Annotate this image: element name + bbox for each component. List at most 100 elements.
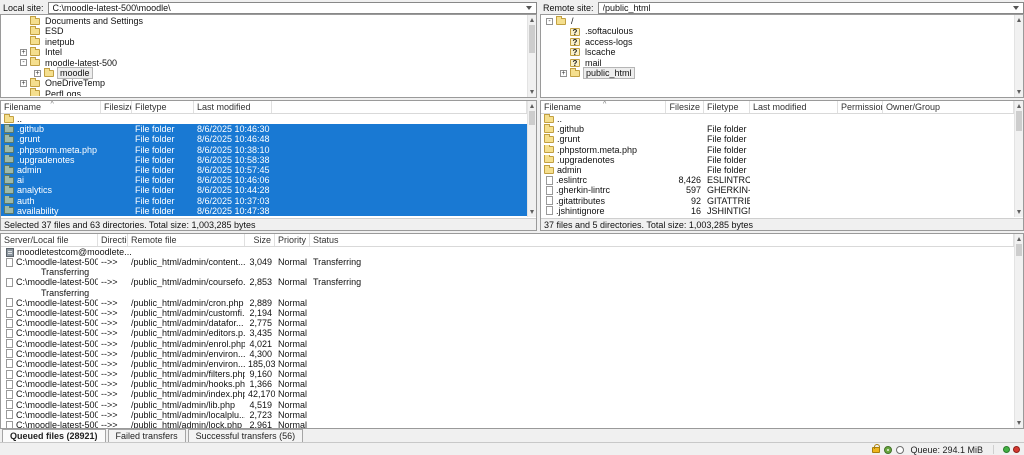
scrollbar-thumb[interactable] — [1016, 244, 1022, 256]
file-row[interactable]: .github File folder 8/6/2025 10:46:30 — [1, 124, 527, 135]
file-row[interactable]: .. — [1, 114, 527, 124]
file-row[interactable]: .upgradenotes File folder 8/6/2025 10:58:3… — [1, 154, 527, 165]
queue-row[interactable]: C:\moodle-latest-500\mo...-->> /public_ht… — [1, 349, 1014, 359]
clock-icon[interactable] — [896, 445, 905, 454]
expand-icon[interactable]: + — [20, 48, 27, 56]
column-header[interactable]: Owner/Group — [883, 101, 1014, 113]
tab-successful-transfers[interactable]: Successful transfers (56) — [187, 429, 304, 442]
file-row[interactable]: .gherkin-lintrc 597 GHERKIN-... — [541, 185, 1014, 195]
expand-icon[interactable]: + — [560, 69, 567, 77]
lock-icon[interactable] — [872, 443, 881, 453]
tree-item[interactable]: ESD — [2, 26, 526, 36]
queue-row[interactable]: C:\moodle-latest-500\mo...-->> /public_ht… — [1, 308, 1014, 318]
scroll-up-icon[interactable] — [530, 104, 534, 108]
collapse-icon[interactable]: - — [20, 59, 27, 67]
queue-row[interactable]: C:\moodle-latest-500\mo...-->> /public_ht… — [1, 359, 1014, 369]
file-row[interactable]: .phpstorm.meta.php File folder — [541, 144, 1014, 155]
tree-item[interactable]: + OneDriveTemp — [2, 78, 526, 88]
local-list-header[interactable]: Filename ^ Filesize Filetype Last modified — [1, 101, 527, 114]
scrollbar-thumb[interactable] — [529, 25, 535, 53]
tree-item[interactable]: ? .softaculous — [542, 26, 1013, 36]
column-header[interactable]: Priority — [275, 234, 310, 246]
queue-row[interactable]: C:\moodle-latest-500\mo...-->> /public_ht… — [1, 400, 1014, 410]
queue-row[interactable]: C:\moodle-latest-500\mo...-->> /public_ht… — [1, 318, 1014, 328]
column-header[interactable]: Status — [310, 234, 1014, 246]
remote-list-header[interactable]: Filename ^ Filesize Filetype Last modified Pe… — [541, 101, 1014, 114]
scroll-down-icon[interactable] — [1017, 90, 1021, 94]
column-header[interactable]: Permissions — [838, 101, 883, 113]
file-row[interactable]: .eslintrc 8,426 ESLINTRC ... — [541, 175, 1014, 185]
column-header[interactable]: Server/Local file — [1, 234, 98, 246]
file-row[interactable]: .github File folder — [541, 124, 1014, 134]
tree-item[interactable]: + public_html — [542, 66, 1013, 80]
gear-icon[interactable] — [884, 445, 893, 454]
scroll-up-icon[interactable] — [1017, 104, 1021, 108]
column-header[interactable]: Filetype — [132, 101, 194, 113]
queue-server-row[interactable]: moodletestcom@moodlete... — [1, 247, 1014, 257]
scroll-up-icon[interactable] — [1017, 18, 1021, 22]
queue-row[interactable]: C:\moodle-latest-500\mo...-->> /public_ht… — [1, 277, 1014, 287]
tree-item[interactable]: + moodle — [2, 66, 526, 80]
column-header[interactable]: Filesize — [101, 101, 132, 113]
column-header[interactable]: Remote file — [128, 234, 245, 246]
column-header[interactable]: Last modified — [194, 101, 272, 113]
queue-row[interactable]: C:\moodle-latest-500\mo...-->> /public_ht… — [1, 420, 1014, 428]
column-header[interactable]: Filename ^ — [1, 101, 101, 113]
file-row[interactable]: auth File folder 8/6/2025 10:37:03 — [1, 195, 527, 206]
scrollbar-thumb[interactable] — [1016, 111, 1022, 131]
file-row[interactable]: .. — [541, 114, 1014, 124]
chevron-down-icon[interactable] — [526, 5, 532, 10]
column-header[interactable]: Direction — [98, 234, 128, 246]
queue-row[interactable]: C:\moodle-latest-500\mo...-->> /public_ht… — [1, 369, 1014, 379]
scroll-down-icon[interactable] — [530, 210, 534, 214]
queue-row[interactable]: C:\moodle-latest-500\mo...-->> /public_ht… — [1, 328, 1014, 338]
column-header[interactable] — [272, 101, 527, 113]
tab-queued-files[interactable]: Queued files (28921) — [2, 429, 106, 442]
file-row[interactable]: .grunt File folder — [541, 134, 1014, 144]
collapse-icon[interactable]: - — [546, 17, 553, 25]
remote-site-combobox[interactable]: /public_html — [597, 1, 1024, 14]
scrollbar-thumb[interactable] — [529, 111, 535, 125]
tree-item[interactable]: ? access-logs — [542, 37, 1013, 47]
local-tree-scrollbar[interactable] — [527, 15, 536, 97]
queue-row[interactable]: C:\moodle-latest-500\mo...-->> /public_ht… — [1, 339, 1014, 349]
column-header[interactable]: Filetype — [704, 101, 750, 113]
column-header[interactable]: Size — [245, 234, 275, 246]
tree-item[interactable]: ? lscache — [542, 47, 1013, 57]
file-row[interactable]: .grunt File folder 8/6/2025 10:46:48 — [1, 134, 527, 145]
remote-tree-scrollbar[interactable] — [1014, 15, 1023, 97]
column-header[interactable]: Last modified — [750, 101, 838, 113]
scroll-up-icon[interactable] — [530, 18, 534, 22]
queue-header[interactable]: Server/Local fileDirectionRemote fileSiz… — [1, 234, 1014, 247]
queue-row[interactable]: C:\moodle-latest-500\mo...-->> /public_ht… — [1, 410, 1014, 420]
column-header[interactable]: Filename ^ — [541, 101, 666, 113]
chevron-down-icon[interactable] — [1013, 5, 1019, 10]
scroll-down-icon[interactable] — [530, 90, 534, 94]
file-row[interactable]: analytics File folder 8/6/2025 10:44:28 — [1, 185, 527, 196]
file-row[interactable]: admin File folder — [541, 164, 1014, 175]
scroll-down-icon[interactable] — [1017, 421, 1021, 425]
expand-icon[interactable]: + — [34, 69, 41, 77]
queue-scrollbar[interactable] — [1014, 234, 1023, 428]
file-row[interactable]: admin File folder 8/6/2025 10:57:45 — [1, 164, 527, 176]
local-list-scrollbar[interactable] — [527, 101, 536, 217]
file-row[interactable]: .upgradenotes File folder — [541, 154, 1014, 165]
file-row[interactable]: .phpstorm.meta.php File folder 8/6/2025 10… — [1, 144, 527, 155]
file-row[interactable]: .jshintignore 16 JSHINTIGN... — [541, 206, 1014, 216]
local-site-combobox[interactable]: C:\moodle-latest-500\moodle\ — [47, 1, 537, 14]
scroll-down-icon[interactable] — [1017, 210, 1021, 214]
tree-item[interactable]: Documents and Settings — [2, 16, 526, 26]
remote-list-scrollbar[interactable] — [1014, 101, 1023, 217]
tab-failed-transfers[interactable]: Failed transfers — [107, 429, 186, 442]
expand-icon[interactable]: + — [20, 80, 27, 88]
tree-item[interactable]: - / — [542, 16, 1013, 26]
column-header[interactable]: Filesize — [666, 101, 704, 113]
file-row[interactable]: .gitattributes 92 GITATTRIB... — [541, 196, 1014, 206]
file-row[interactable]: availability File folder 8/6/2025 10:47:38 — [1, 205, 527, 216]
queue-row[interactable]: C:\moodle-latest-500\mo...-->> /public_ht… — [1, 298, 1014, 308]
queue-row[interactable]: C:\moodle-latest-500\mo...-->> /public_ht… — [1, 389, 1014, 399]
tree-item[interactable]: PerfLogs — [2, 88, 526, 96]
queue-row[interactable]: C:\moodle-latest-500\mo...-->> /public_ht… — [1, 379, 1014, 389]
file-row[interactable]: ai File folder 8/6/2025 10:46:06 — [1, 175, 527, 186]
tree-item[interactable]: inetpub — [2, 36, 526, 47]
